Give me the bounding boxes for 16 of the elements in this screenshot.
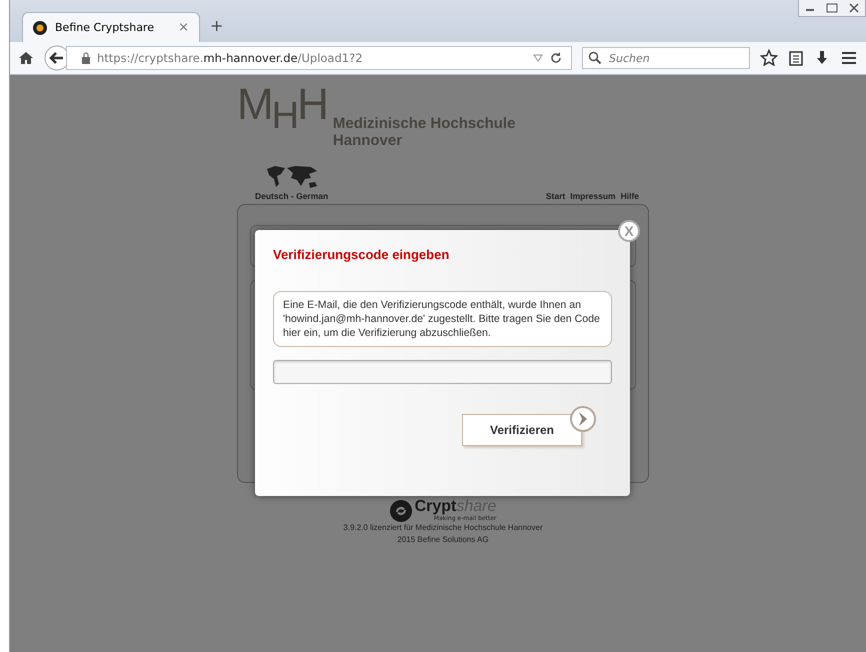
address-bar[interactable]: https://cryptshare.mh-hannover.de/Upload1?2 — [66, 46, 572, 70]
browser-tab[interactable]: Befine Cryptshare × — [22, 12, 200, 42]
verify-button[interactable]: Verifizieren — [462, 414, 582, 446]
dialog-title: Verifizierungscode eingeben — [273, 247, 450, 262]
institution-name: Hannover — [332, 132, 404, 149]
close-tab-button[interactable]: × — [178, 20, 189, 35]
nav-link[interactable]: Hilfe — [620, 191, 639, 201]
nav-link[interactable]: Start — [546, 191, 566, 201]
institution-name: Medizinische Hochschule — [332, 115, 516, 132]
new-tab-button[interactable]: + — [210, 16, 224, 42]
footer-text: 3.9.2.0 lizenziert für Medizinische Hochschule Hannover — [343, 522, 543, 534]
language-link[interactable]: Deutsch - German — [255, 191, 328, 201]
message-text: Eine E-Mail, die den Verifizierungscode enthält, wurde Ihnen an 'howind.jan@mh-hannover.de' zugestellt. Bitte tragen Sie den Code hier ein, um die Verifizierung abzuschließen. — [273, 291, 612, 347]
footer-text: 2015 Befine Solutions AG — [397, 534, 489, 546]
search-field[interactable]: Suchen — [582, 47, 750, 69]
nav-link[interactable]: Impressum — [570, 191, 616, 201]
